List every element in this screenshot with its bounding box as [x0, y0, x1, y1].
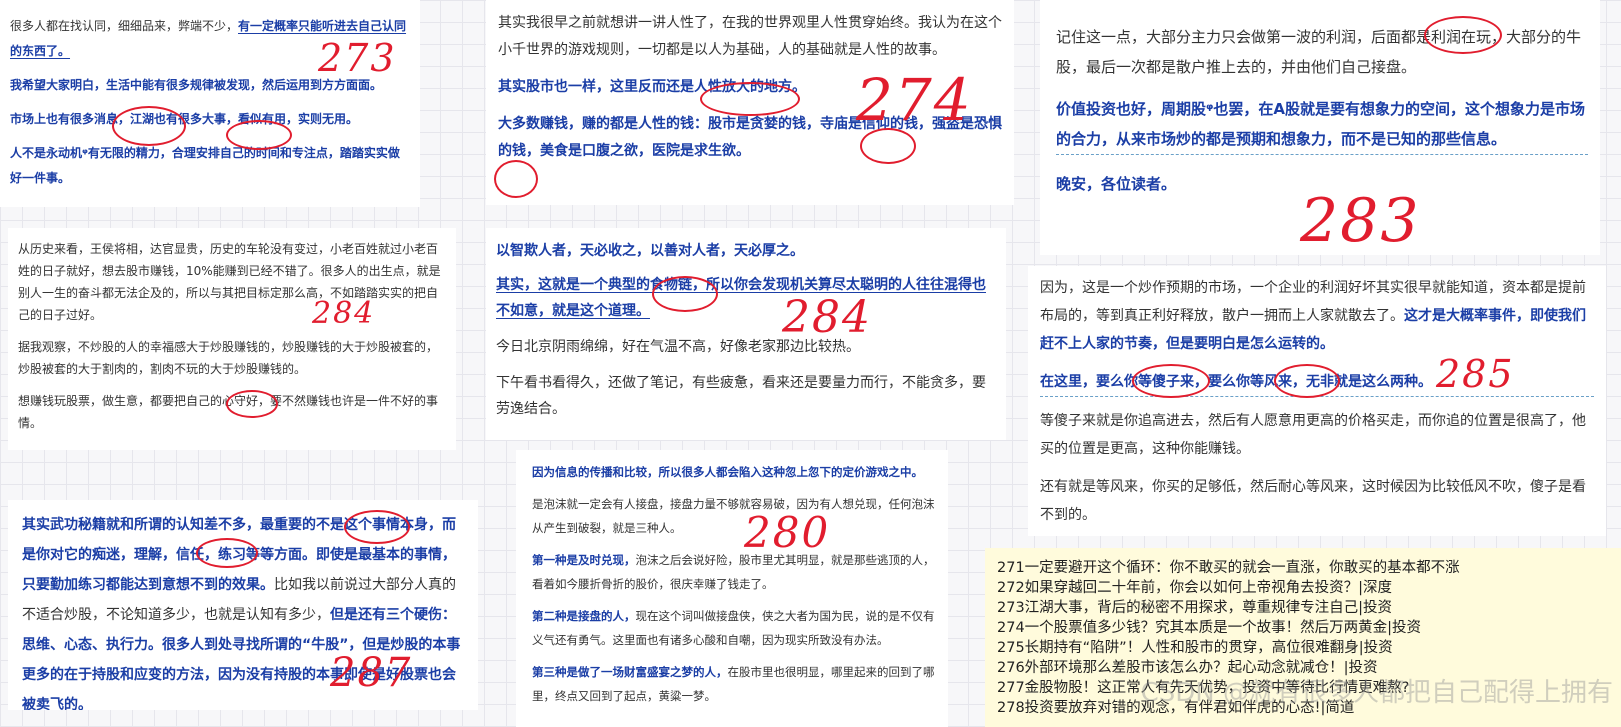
- note-card-273: 很多人都在找认同，细细品来，弊端不少，有一定概率只能听进去自己认同的东西了。 我…: [0, 0, 420, 207]
- paragraph: 因为，这是一个炒作预期的市场，一个企业的利润好坏其实很早就能知道，资本都是提前布…: [1040, 274, 1594, 358]
- list-item: 273江湖大事，背后的秘密不用探求，尊重规律专注自己|投资: [997, 600, 1393, 616]
- paragraph: 记住这一点，大部分主力只会做第一波的利润，后面都是利润在玩，大部分的牛股，最后一…: [1056, 28, 1582, 76]
- list-item: 277金股物股！这正常人有先天优势，投资中等待比行情更难熬?: [997, 680, 1410, 696]
- note-card-284b: 以智欺人者，天必收之，以善对人者，天必厚之。 其实，这就是一个典型的食物链，所以…: [486, 228, 1006, 440]
- note-card-274: 其实我很早之前就想讲一讲人性了，在我的世界观里人性贯穿始终。我认为在这个小千世界…: [486, 0, 1014, 205]
- paragraph: 今日北京阴雨绵绵，好在气温不高，好像老家那边比较热。: [496, 339, 860, 355]
- paragraph: 想赚钱玩股票，做生意，都要把自己的心守好，要不然赚钱也许是一件不好的事情。: [18, 394, 439, 430]
- highlight-text: 第三种是做了一场财富盛宴之梦的人，: [532, 665, 728, 679]
- paragraph: 价值投资也好，周期股ᵠ也罢，在A股就是要有想象力的空间，这个想象力是市场的合力，…: [1056, 94, 1588, 155]
- note-card-284a: 从历史来看，王侯将相，达官显贵，历史的车轮没有变过，小老百姓就过小老百姓的日子就…: [8, 228, 456, 450]
- paragraph: 大多数赚钱，赚的都是人性的钱：股市是贪婪的钱，寺庙是信仰的钱，强盗是恐惧的钱，美…: [498, 116, 1002, 159]
- paragraph: 市场上也有很多消息，江湖也有很多大事，看似有用，实则无用。: [10, 112, 359, 126]
- paragraph: 据我观察，不炒股的人的幸福感大于炒股赚钱的，炒股赚钱的大于炒股被套的，炒股被套的…: [18, 340, 439, 376]
- highlight-text: 第一种是及时兑现，: [532, 553, 636, 567]
- paragraph: 第一种是及时兑现，泡沫之后会说好险，股市里尤其明显，就是那些逃顶的人，看着如今腰…: [532, 548, 938, 596]
- note-card-283: 记住这一点，大部分主力只会做第一波的利润，后面都是利润在玩，大部分的牛股，最后一…: [1040, 0, 1600, 255]
- list-item: 276外部环境那么差股市该怎么办？起心动念就减仓！|投资: [997, 660, 1378, 676]
- paragraph: 从历史来看，王侯将相，达官显贵，历史的车轮没有变过，小老百姓就过小老百姓的日子就…: [18, 242, 441, 322]
- text: 很多人都在找认同，细细品来，弊端不少，: [10, 19, 239, 33]
- paragraph: 下午看书看得久，还做了笔记，有些疲惫，看来还是要量力而行，不能贪多，要劳逸结合。: [496, 375, 986, 417]
- paragraph: 还有就是等风来，你买的足够低，然后耐心等风来，这时候因为比较低风不吹，傻子是看不…: [1040, 479, 1586, 523]
- paragraph: 其实武功秘籍就和所谓的认知差不多，最重要的不是这个事情本身，而是你对它的痴迷，理…: [22, 510, 468, 710]
- list-item: 274一个股票值多少钱？究其本质是一个故事！然后万两黄金|投资: [997, 620, 1422, 636]
- note-card-285: 因为，这是一个炒作预期的市场，一个企业的利润好坏其实很早就能知道，资本都是提前布…: [1028, 266, 1606, 536]
- paragraph: 第二种是接盘的人，现在这个词叫做接盘侠，侠之大者为国为民，说的是不仅有义气还有勇…: [532, 604, 938, 652]
- paragraph: 晚安，各位读者。: [1056, 175, 1177, 193]
- paragraph: 其实我很早之前就想讲一讲人性了，在我的世界观里人性贯穿始终。我认为在这个小千世界…: [498, 15, 1002, 58]
- list-item: 272如果穿越回二十年前，你会以如何上帝视角去投资？|深度: [997, 580, 1393, 596]
- paragraph: 其实，这就是一个典型的食物链，所以你会发现机关算尽太聪明的人往往混得也不如意，就…: [496, 277, 986, 319]
- note-card-280: 因为信息的传播和比较，所以很多人都会陷入这种忽上忽下的定价游戏之中。 是泡沫就一…: [516, 450, 948, 727]
- paragraph: 人不是永动机ᵠ有无限的精力，合理安排自己的时间和专注点，踏踏实实做好一件事。: [10, 146, 400, 185]
- highlight-text: 第二种是接盘的人，: [532, 609, 636, 623]
- sticky-note-list: 271一定要避开这个循环：你不敢买的就会一直涨，你敢买的基本都不涨 272如果穿…: [985, 548, 1621, 727]
- paragraph: 以智欺人者，天必收之，以善对人者，天必厚之。: [496, 243, 804, 259]
- paragraph: 因为信息的传播和比较，所以很多人都会陷入这种忽上忽下的定价游戏之中。: [532, 465, 923, 479]
- paragraph: 在这里，要么你等傻子来，要么你等风来，无非就是这么两种。: [1040, 368, 1594, 397]
- paragraph: 我希望大家明白，生活中能有很多规律被发现，然后运用到方方面面。: [10, 78, 383, 92]
- paragraph: 很多人都在找认同，细细品来，弊端不少，有一定概率只能听进去自己认同的东西了。: [10, 14, 410, 64]
- list-item: 275长期持有“陷阱”！人性和股市的贯穿，高位很难翻身|投资: [997, 640, 1393, 656]
- paragraph: 其实股市也一样，这里反而还是人性放大的地方。: [498, 79, 806, 95]
- list-item: 278投资要放弃对错的观念，有伴君如伴虎的心态!|简道: [997, 700, 1355, 716]
- paragraph: 是泡沫就一定会有人接盘，接盘力量不够就容易破，因为有人想兑现，任何泡沫从产生到破…: [532, 497, 935, 535]
- paragraph: 等傻子来就是你追高进去，然后有人愿意用更高的价格买走，而你追的位置是很高了，他买…: [1040, 413, 1586, 457]
- paragraph: 第三种是做了一场财富盛宴之梦的人，在股市里也很明显，哪里起来的回到了哪里，终点又…: [532, 660, 938, 708]
- list-item: 271一定要避开这个循环：你不敢买的就会一直涨，你敢买的基本都不涨: [997, 560, 1460, 576]
- note-card-287: 其实武功秘籍就和所谓的认知差不多，最重要的不是这个事情本身，而是你对它的痴迷，理…: [8, 500, 478, 710]
